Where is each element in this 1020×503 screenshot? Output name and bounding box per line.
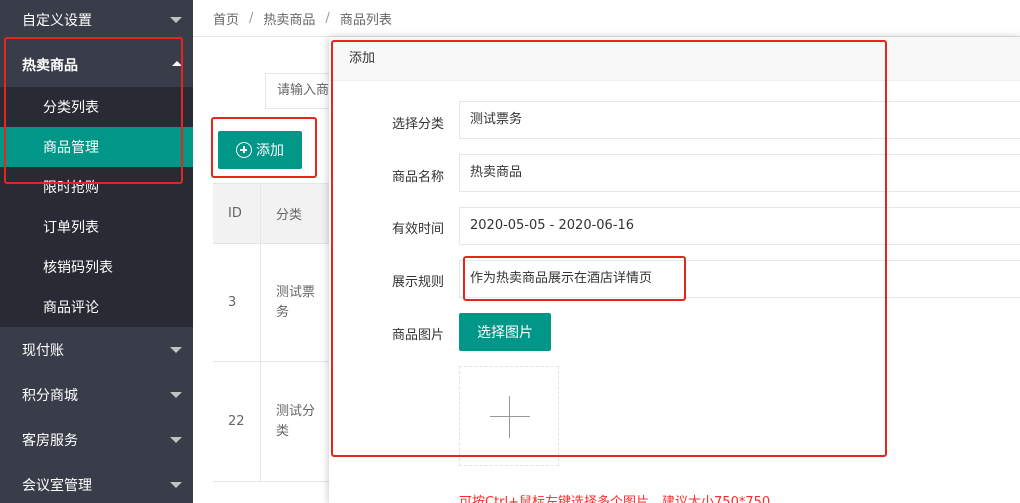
sidebar-group-label: 现付账 [22, 343, 64, 359]
sidebar-item-product-review[interactable]: 商品评论 [0, 287, 193, 327]
breadcrumb-home[interactable]: 首页 [213, 9, 239, 28]
breadcrumb-product-list: 商品列表 [339, 12, 392, 28]
sidebar-item-label: 核销码列表 [43, 260, 113, 276]
breadcrumb-separator: / [325, 10, 330, 26]
sidebar-item-label: 商品评论 [43, 300, 99, 316]
sidebar-group-label: 客房服务 [22, 433, 78, 449]
sidebar-group-points-mall[interactable]: 积分商城 [0, 375, 193, 415]
sidebar-item-order-list[interactable]: 订单列表 [0, 207, 193, 247]
sidebar-group-custom-settings[interactable]: 自定义设置 [0, 0, 193, 40]
annotation-box-display-rule [463, 256, 686, 301]
sidebar-group-meeting-room[interactable]: 会议室管理 [0, 465, 193, 503]
chevron-down-icon [170, 437, 182, 443]
annotation-box-sidebar [4, 37, 183, 184]
breadcrumb: 首页 / 热卖商品 / 商品列表 [193, 0, 1020, 37]
cell-id: 3 [213, 244, 261, 361]
cell-category-text: 测试票务 [276, 284, 316, 320]
sidebar-group-payment[interactable]: 现付账 [0, 330, 193, 370]
sidebar-group-label: 积分商城 [22, 388, 78, 404]
chevron-down-icon [170, 392, 182, 398]
breadcrumb-separator: / [249, 10, 254, 26]
annotation-box-modal [331, 40, 887, 457]
cell-id: 22 [213, 362, 261, 481]
chevron-down-icon [170, 482, 182, 488]
sidebar-group-room-service[interactable]: 客房服务 [0, 420, 193, 460]
chevron-down-icon [170, 347, 182, 353]
sidebar-item-label: 订单列表 [43, 220, 99, 236]
breadcrumb-hot-products[interactable]: 热卖商品 [263, 9, 315, 28]
upload-hint: 可按Ctrl+鼠标左键选择多个图片，建议大小750*750 [459, 495, 771, 503]
column-header-id: ID [213, 184, 261, 243]
chevron-down-icon [170, 17, 182, 23]
sidebar-item-verify-code-list[interactable]: 核销码列表 [0, 247, 193, 287]
sidebar-group-label: 自定义设置 [22, 13, 92, 29]
annotation-box-add-button [211, 117, 317, 178]
sidebar-group-label: 会议室管理 [22, 478, 92, 494]
cell-category-text: 测试分类 [276, 403, 316, 439]
